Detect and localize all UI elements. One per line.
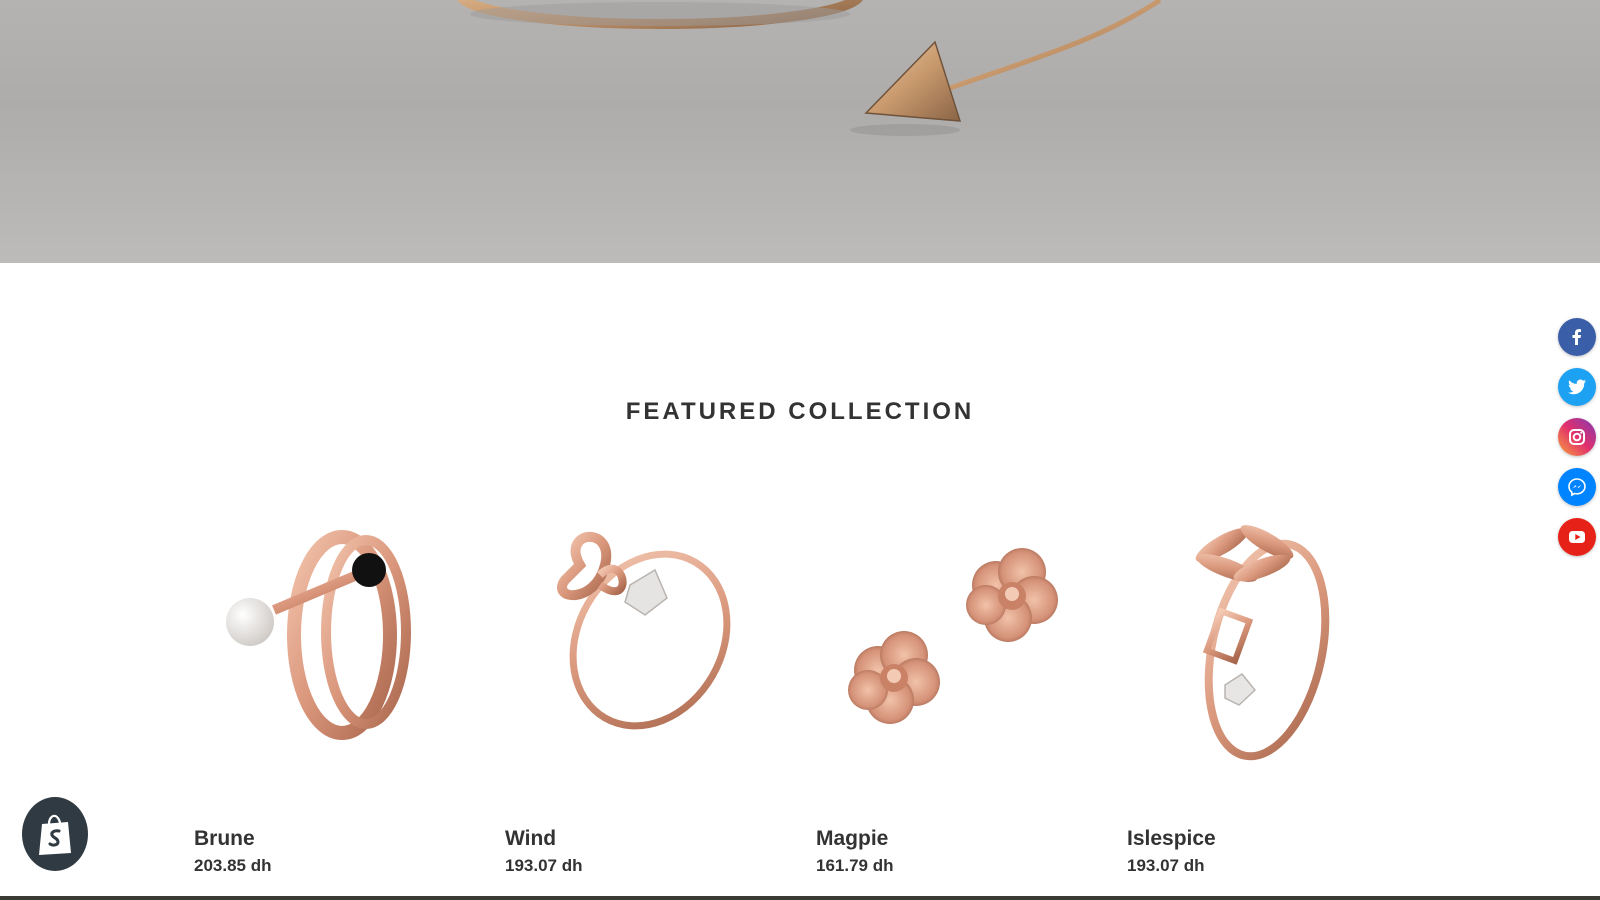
shopping-bag-icon bbox=[39, 814, 71, 855]
messenger-icon bbox=[1568, 478, 1586, 497]
hero-banner bbox=[0, 0, 1600, 263]
youtube-button[interactable] bbox=[1558, 518, 1596, 556]
product-price: 203.85 dh bbox=[194, 856, 272, 875]
youtube-icon bbox=[1569, 531, 1585, 543]
ring-wind-image bbox=[557, 531, 731, 730]
section-title: FEATURED COLLECTION bbox=[625, 398, 975, 425]
instagram-icon bbox=[1569, 429, 1585, 445]
product-card[interactable]: Islespice 193.07 dh bbox=[1127, 490, 1432, 890]
product-card[interactable]: Wind 193.07 dh bbox=[505, 490, 810, 890]
instagram-button[interactable] bbox=[1558, 418, 1596, 456]
product-image[interactable] bbox=[816, 490, 1121, 810]
product-card[interactable]: Brune 203.85 dh bbox=[194, 490, 499, 890]
facebook-icon bbox=[1572, 329, 1581, 345]
bracelet-image bbox=[457, 0, 1162, 136]
product-image[interactable] bbox=[194, 490, 499, 810]
footer-edge bbox=[0, 896, 1600, 900]
shopify-badge-button[interactable] bbox=[22, 797, 88, 871]
ring-brune-image bbox=[226, 530, 411, 740]
messenger-button[interactable] bbox=[1558, 468, 1596, 506]
product-price: 161.79 dh bbox=[816, 856, 894, 875]
twitter-icon bbox=[1568, 379, 1586, 395]
product-name[interactable]: Wind bbox=[505, 827, 556, 851]
product-name[interactable]: Magpie bbox=[816, 827, 888, 851]
product-image[interactable] bbox=[1127, 490, 1432, 810]
product-image[interactable] bbox=[505, 490, 810, 810]
product-name[interactable]: Brune bbox=[194, 827, 255, 851]
ring-islespice-image bbox=[1195, 525, 1330, 761]
product-card[interactable]: Magpie 161.79 dh bbox=[816, 490, 1121, 890]
twitter-button[interactable] bbox=[1558, 368, 1596, 406]
earrings-magpie-image bbox=[848, 548, 1058, 724]
social-sidebar bbox=[1558, 318, 1596, 568]
facebook-button[interactable] bbox=[1558, 318, 1596, 356]
product-price: 193.07 dh bbox=[1127, 856, 1205, 875]
product-price: 193.07 dh bbox=[505, 856, 583, 875]
product-name[interactable]: Islespice bbox=[1127, 827, 1216, 851]
